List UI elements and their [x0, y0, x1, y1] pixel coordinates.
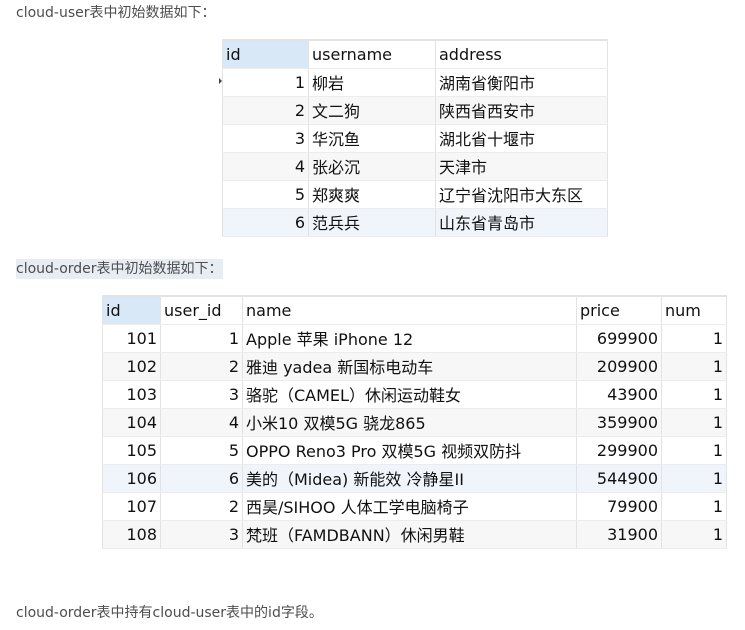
- cell-price[interactable]: 209900: [576, 352, 662, 381]
- cell-user-id[interactable]: 3: [160, 380, 243, 409]
- table-row[interactable]: 104 4 小米10 双模5G 骁龙865 359900 1: [102, 408, 727, 437]
- cell-address[interactable]: 陕西省西安市: [435, 96, 608, 125]
- order-table-intro: cloud-order表中初始数据如下：: [16, 259, 223, 279]
- cell-num[interactable]: 1: [661, 492, 727, 521]
- cell-price[interactable]: 299900: [576, 436, 662, 465]
- cell-user-id[interactable]: 4: [160, 408, 243, 437]
- table-row[interactable]: 105 5 OPPO Reno3 Pro 双模5G 视频双防抖 299900 1: [102, 436, 727, 465]
- cell-id[interactable]: 108: [102, 520, 161, 549]
- table-row[interactable]: 5 郑爽爽 辽宁省沈阳市大东区: [222, 180, 608, 209]
- cell-id[interactable]: 3: [222, 124, 309, 153]
- cell-num[interactable]: 1: [661, 464, 727, 493]
- table-row[interactable]: 101 1 Apple 苹果 iPhone 12 699900 1: [102, 324, 727, 353]
- cell-price[interactable]: 699900: [576, 324, 662, 353]
- cell-name[interactable]: 雅迪 yadea 新国标电动车: [242, 352, 577, 381]
- cell-id[interactable]: 2: [222, 96, 309, 125]
- cell-address[interactable]: 天津市: [435, 152, 608, 181]
- table-row[interactable]: 106 6 美的（Midea) 新能效 冷静星II 544900 1: [102, 464, 727, 493]
- cell-user-id[interactable]: 3: [160, 520, 243, 549]
- cell-name[interactable]: 骆驼（CAMEL）休闲运动鞋女: [242, 380, 577, 409]
- column-header-user-id[interactable]: user_id: [160, 296, 243, 325]
- cell-name[interactable]: 小米10 双模5G 骁龙865: [242, 408, 577, 437]
- table-row[interactable]: 108 3 梵班（FAMDBANN）休闲男鞋 31900 1: [102, 520, 727, 549]
- table-header-row: id user_id name price num: [102, 296, 727, 325]
- cell-user-id[interactable]: 5: [160, 436, 243, 465]
- cell-id[interactable]: 1: [222, 68, 309, 97]
- cell-price[interactable]: 31900: [576, 520, 662, 549]
- user-table-intro: cloud-user表中初始数据如下：: [16, 5, 216, 21]
- cell-num[interactable]: 1: [661, 380, 727, 409]
- cell-username[interactable]: 柳岩: [308, 68, 436, 97]
- cell-user-id[interactable]: 6: [160, 464, 243, 493]
- cell-num[interactable]: 1: [661, 520, 727, 549]
- cell-username[interactable]: 文二狗: [308, 96, 436, 125]
- order-table: id user_id name price num 101 1 Apple 苹果…: [102, 295, 727, 549]
- cell-id[interactable]: 5: [222, 180, 309, 209]
- cell-name[interactable]: Apple 苹果 iPhone 12: [242, 324, 577, 353]
- column-header-name[interactable]: name: [242, 296, 577, 325]
- column-header-username[interactable]: username: [308, 40, 436, 69]
- table-header-row: id username address: [222, 40, 608, 69]
- cell-address[interactable]: 辽宁省沈阳市大东区: [435, 180, 608, 209]
- cell-username[interactable]: 范兵兵: [308, 208, 436, 237]
- table-row[interactable]: 4 张必沉 天津市: [222, 152, 608, 181]
- cell-num[interactable]: 1: [661, 352, 727, 381]
- cell-id[interactable]: 102: [102, 352, 161, 381]
- cell-name[interactable]: 梵班（FAMDBANN）休闲男鞋: [242, 520, 577, 549]
- cell-id[interactable]: 104: [102, 408, 161, 437]
- table-row[interactable]: 6 范兵兵 山东省青岛市: [222, 208, 608, 237]
- cell-id[interactable]: 103: [102, 380, 161, 409]
- cell-id[interactable]: 101: [102, 324, 161, 353]
- cell-id[interactable]: 4: [222, 152, 309, 181]
- cell-name[interactable]: 美的（Midea) 新能效 冷静星II: [242, 464, 577, 493]
- cell-id[interactable]: 6: [222, 208, 309, 237]
- cell-address[interactable]: 湖北省十堰市: [435, 124, 608, 153]
- column-header-id[interactable]: id: [102, 296, 161, 325]
- cell-address[interactable]: 山东省青岛市: [435, 208, 608, 237]
- column-header-num[interactable]: num: [661, 296, 727, 325]
- cell-username[interactable]: 华沉鱼: [308, 124, 436, 153]
- cell-username[interactable]: 张必沉: [308, 152, 436, 181]
- table-row[interactable]: 2 文二狗 陕西省西安市: [222, 96, 608, 125]
- cell-price[interactable]: 43900: [576, 380, 662, 409]
- cell-name[interactable]: OPPO Reno3 Pro 双模5G 视频双防抖: [242, 436, 577, 465]
- cell-user-id[interactable]: 2: [160, 352, 243, 381]
- table-row[interactable]: 3 华沉鱼 湖北省十堰市: [222, 124, 608, 153]
- table-row[interactable]: 102 2 雅迪 yadea 新国标电动车 209900 1: [102, 352, 727, 381]
- cell-price[interactable]: 544900: [576, 464, 662, 493]
- table-row[interactable]: 103 3 骆驼（CAMEL）休闲运动鞋女 43900 1: [102, 380, 727, 409]
- cell-price[interactable]: 359900: [576, 408, 662, 437]
- cell-id[interactable]: 107: [102, 492, 161, 521]
- cell-user-id[interactable]: 2: [160, 492, 243, 521]
- table-row[interactable]: 1 柳岩 湖南省衡阳市: [222, 68, 608, 97]
- cell-num[interactable]: 1: [661, 324, 727, 353]
- footer-note: cloud-order表中持有cloud-user表中的id字段。: [16, 605, 323, 621]
- cell-price[interactable]: 79900: [576, 492, 662, 521]
- cell-user-id[interactable]: 1: [160, 324, 243, 353]
- cell-address[interactable]: 湖南省衡阳市: [435, 68, 608, 97]
- cell-id[interactable]: 106: [102, 464, 161, 493]
- cell-num[interactable]: 1: [661, 408, 727, 437]
- column-header-id[interactable]: id: [222, 40, 309, 69]
- user-table: id username address 1 柳岩 湖南省衡阳市 2 文二狗 陕西…: [222, 39, 608, 237]
- column-header-address[interactable]: address: [435, 40, 608, 69]
- column-header-price[interactable]: price: [576, 296, 662, 325]
- table-row[interactable]: 107 2 西昊/SIHOO 人体工学电脑椅子 79900 1: [102, 492, 727, 521]
- cell-num[interactable]: 1: [661, 436, 727, 465]
- cell-name[interactable]: 西昊/SIHOO 人体工学电脑椅子: [242, 492, 577, 521]
- cell-username[interactable]: 郑爽爽: [308, 180, 436, 209]
- cell-id[interactable]: 105: [102, 436, 161, 465]
